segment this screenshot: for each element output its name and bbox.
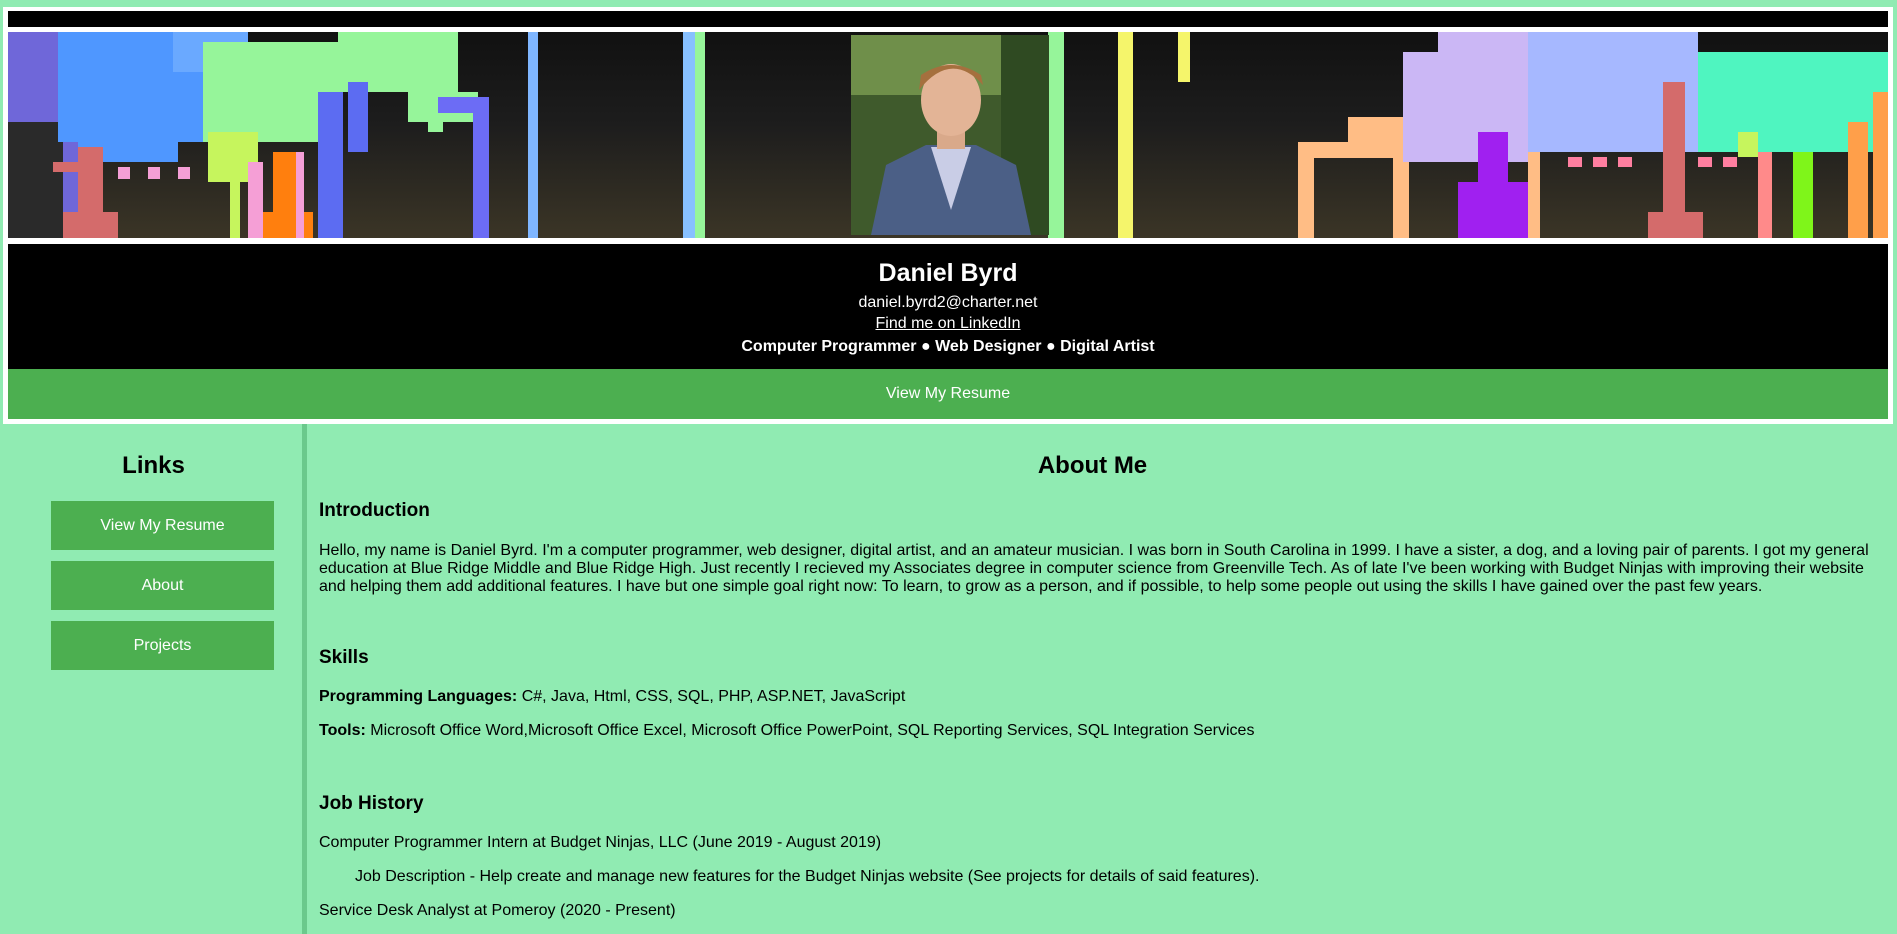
pixel-art-banner xyxy=(8,32,1888,238)
profile-photo xyxy=(851,35,1049,235)
sidebar-about-button[interactable]: About xyxy=(51,561,274,610)
role-separator: ● xyxy=(920,338,931,355)
page: Daniel Byrd daniel.byrd2@charter.net Fin… xyxy=(0,0,1897,934)
job-title: Service Desk Analyst at Pomeroy (2020 - … xyxy=(319,902,676,919)
sidebar-view-resume-button[interactable]: View My Resume xyxy=(51,501,274,550)
links-sidebar: Links View My Resume About Projects xyxy=(0,424,307,934)
job-history-heading: Job History xyxy=(319,793,424,814)
skills-heading: Skills xyxy=(319,647,369,668)
profile-name: Daniel Byrd xyxy=(878,259,1018,287)
top-strip xyxy=(8,11,1888,27)
languages-label: Programming Languages: xyxy=(319,688,518,705)
role-programmer: Computer Programmer xyxy=(741,338,917,355)
profile-roles: Computer Programmer ● Web Designer ● Dig… xyxy=(8,336,1888,358)
main-title: About Me xyxy=(1037,452,1148,479)
sidebar-title: Links xyxy=(122,452,185,479)
tools-value: Microsoft Office Word,Microsoft Office E… xyxy=(370,722,1255,739)
languages-line: Programming Languages: C#, Java, Html, C… xyxy=(319,688,905,706)
linkedin-link[interactable]: Find me on LinkedIn xyxy=(876,313,1021,335)
intro-text: Hello, my name is Daniel Byrd. I'm a com… xyxy=(319,542,1869,595)
sidebar-projects-button[interactable]: Projects xyxy=(51,621,274,670)
tools-label: Tools: xyxy=(319,722,366,739)
tools-line: Tools: Microsoft Office Word,Microsoft O… xyxy=(319,722,1254,740)
languages-value: C#, Java, Html, CSS, SQL, PHP, ASP.NET, … xyxy=(521,688,906,705)
job-title: Computer Programmer Intern at Budget Nin… xyxy=(319,834,882,851)
role-web-designer: Web Designer xyxy=(935,338,1042,355)
role-digital-artist: Digital Artist xyxy=(1060,338,1155,355)
header: Daniel Byrd daniel.byrd2@charter.net Fin… xyxy=(3,7,1893,424)
role-separator: ● xyxy=(1045,338,1056,355)
about-main: About Me Introduction Hello, my name is … xyxy=(319,424,1889,934)
profile-email: daniel.byrd2@charter.net xyxy=(858,294,1038,311)
view-resume-button[interactable]: View My Resume xyxy=(8,369,1888,419)
job-description: Job Description - Help create and manage… xyxy=(355,868,1260,885)
intro-heading: Introduction xyxy=(319,500,430,521)
profile-info: Daniel Byrd daniel.byrd2@charter.net Fin… xyxy=(8,244,1888,369)
